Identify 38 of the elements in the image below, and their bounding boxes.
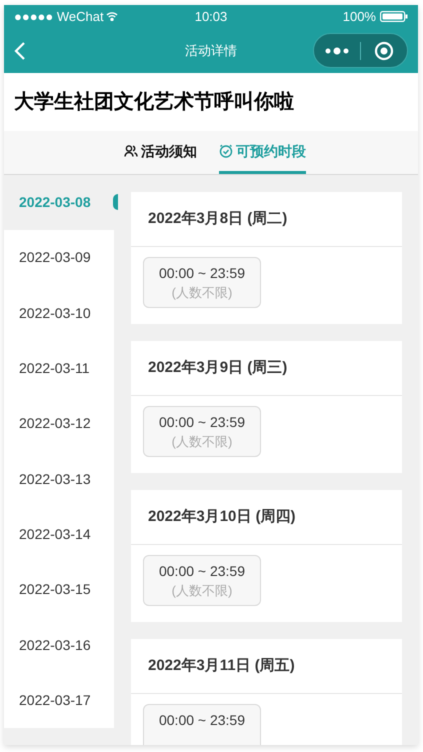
clock-icon [219,144,233,158]
date-item[interactable]: 2022-03-12 [4,396,114,452]
time-slot[interactable]: 00:00 ~ 23:59 (人数不限) [143,257,261,308]
slot-time: 00:00 ~ 23:59 [158,264,246,283]
day-heading: 2022年3月11日 (周五) [148,656,295,676]
battery-percent: 100% [342,8,376,26]
clock-time: 10:03 [194,8,228,26]
day-heading: 2022年3月10日 (周四) [148,506,296,527]
date-item[interactable]: 2022-03-10 [4,286,114,341]
time-slot[interactable]: 00:00 ~ 23:59 [143,704,261,745]
selection-marker [113,194,118,210]
time-slot[interactable]: 00:00 ~ 23:59 (人数不限) [143,406,261,457]
date-item[interactable]: 2022-03-09 [4,230,114,286]
time-slot[interactable]: 00:00 ~ 23:59 (人数不限) [143,555,261,606]
event-title: 大学生社团文化艺术节呼叫你啦 [14,90,294,115]
slot-capacity: (人数不限) [172,284,232,302]
slot-time: 00:00 ~ 23:59 [158,413,246,432]
battery-icon [380,11,408,22]
more-icon [325,46,349,54]
date-item[interactable]: 2022-03-11 [4,340,114,396]
slot-capacity: (人数不限) [172,433,232,451]
tab[interactable]: 活动须知 [124,131,197,174]
date-item[interactable]: 2022-03-14 [4,506,114,562]
date-item[interactable]: 2022-03-16 [4,617,114,673]
people-icon [124,144,138,158]
date-item[interactable]: 2022-03-15 [4,562,114,618]
target-icon [374,40,394,60]
slot-capacity: (人数不限) [172,582,232,600]
back-icon [14,40,26,60]
date-item[interactable]: 2022-03-13 [4,451,114,507]
page-title: 活动详情 [185,42,237,60]
day-heading: 2022年3月8日 (周二) [148,208,288,229]
carrier-label: ●●●●● WeChat [14,8,104,26]
day-heading: 2022年3月9日 (周三) [148,358,288,378]
date-item[interactable]: 2022-03-17 [4,672,114,728]
wifi-icon [106,12,118,21]
slot-time: 00:00 ~ 23:59 [158,711,246,730]
slot-time: 00:00 ~ 23:59 [158,562,246,581]
